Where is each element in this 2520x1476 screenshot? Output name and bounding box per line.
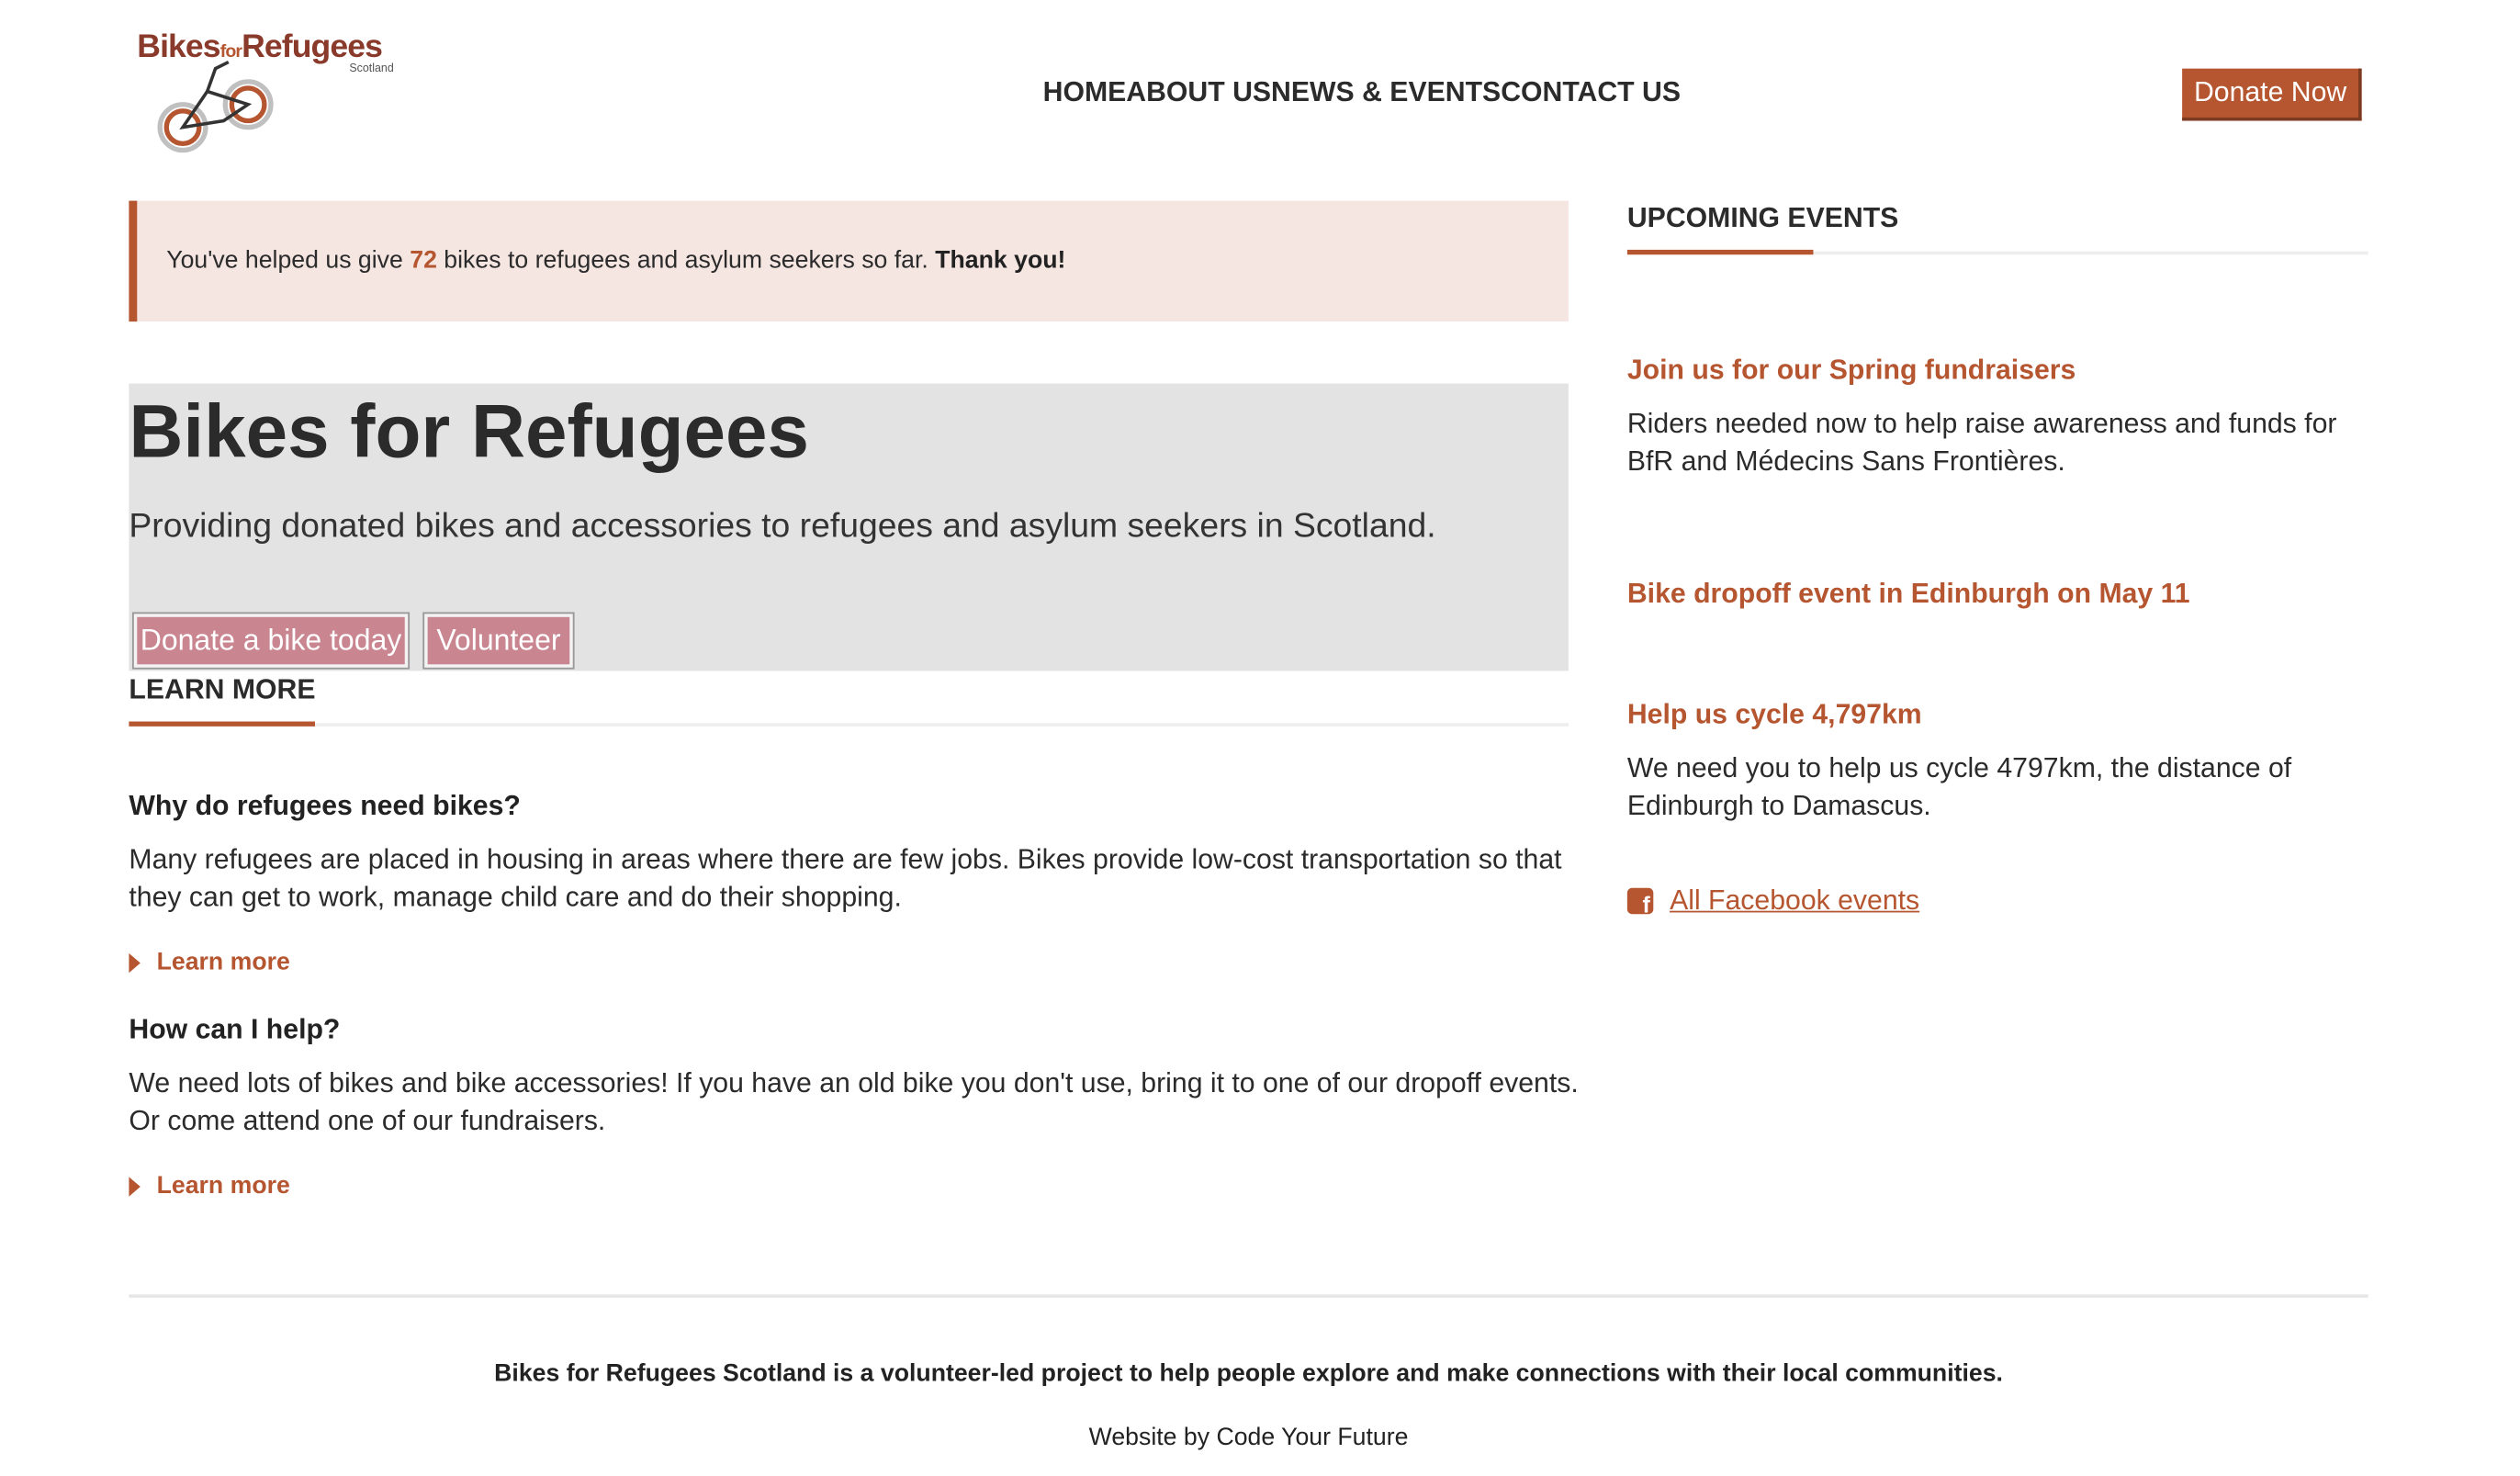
donate-bike-button[interactable]: Donate a bike today (131, 612, 411, 670)
callout-thanks: Thank you! (935, 246, 1066, 275)
events-heading: UPCOMING EVENTS (1626, 202, 1899, 234)
learn-more-link[interactable]: Learn more (129, 948, 290, 976)
impact-callout: You've helped us give 72 bikes to refuge… (129, 200, 1569, 322)
footer-tagline: Bikes for Refugees Scotland is a volunte… (494, 1359, 2003, 1388)
donate-now-button[interactable]: Donate Now (2182, 68, 2362, 121)
footer-credit: Website by Code Your Future (1088, 1423, 1409, 1451)
faq-question: How can I help? (129, 1013, 341, 1045)
event-title-link[interactable]: Help us cycle 4,797km (1627, 699, 1922, 732)
page-title: Bikes for Refugees (129, 388, 809, 474)
learn-more-label: Learn more (156, 948, 290, 976)
logo-subtitle: Scotland (349, 63, 394, 75)
facebook-icon (1626, 887, 1654, 918)
nav-about-us[interactable]: ABOUT US (1126, 77, 1271, 110)
callout-prefix: You've helped us give (166, 246, 411, 275)
facebook-events-label: All Facebook events (1670, 884, 1920, 917)
faq-answer: Many refugees are placed in housing in a… (129, 843, 1562, 913)
event-title-link[interactable]: Bike dropoff event in Edinburgh on May 1… (1627, 578, 2190, 611)
volunteer-button[interactable]: Volunteer (422, 612, 575, 670)
footer-divider (129, 1294, 2368, 1298)
event-description: We need you to help us cycle 4797km, the… (1626, 752, 2292, 821)
learn-more-link[interactable]: Learn more (129, 1172, 290, 1200)
hero-section: Bikes for Refugees Providing donated bik… (129, 383, 1569, 671)
nav-home[interactable]: HOME (1043, 77, 1127, 110)
facebook-events-link[interactable]: All Facebook events (1626, 884, 1920, 918)
bicycle-icon (157, 60, 274, 153)
events-accent (1626, 249, 1814, 255)
learn-more-heading: LEARN MORE (129, 673, 316, 705)
caret-right-icon (129, 1176, 141, 1196)
learn-more-label: Learn more (156, 1172, 290, 1200)
learn-more-accent (129, 721, 315, 727)
main-nav: HOME ABOUT US NEWS & EVENTS CONTACT US (1043, 77, 1681, 110)
site-logo[interactable]: BikesforRefugees Scotland (137, 29, 408, 153)
event-title-link[interactable]: Join us for our Spring fundraisers (1627, 355, 2076, 388)
callout-middle: bikes to refugees and asylum seekers so … (436, 246, 936, 275)
faq-answer: We need lots of bikes and bike accessori… (129, 1067, 1579, 1136)
nav-contact-us[interactable]: CONTACT US (1501, 77, 1681, 110)
event-description: Riders needed now to help raise awarenes… (1626, 408, 2337, 477)
caret-right-icon (129, 952, 141, 973)
learn-more-divider (129, 723, 1569, 727)
bike-count: 72 (410, 246, 437, 275)
faq-question: Why do refugees need bikes? (129, 790, 521, 821)
nav-news-events[interactable]: NEWS & EVENTS (1271, 77, 1501, 110)
hero-subtitle: Providing donated bikes and accessories … (129, 507, 1436, 546)
